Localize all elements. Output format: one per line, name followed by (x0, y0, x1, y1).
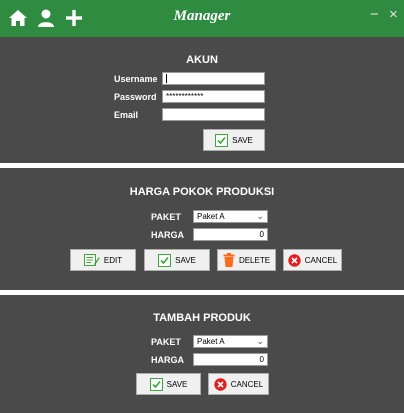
save-label: SAVE (175, 255, 196, 265)
tambah-save-button[interactable]: SAVE (136, 373, 201, 395)
password-input[interactable]: ************ (162, 90, 265, 103)
password-label: Password (114, 92, 157, 102)
email-label: Email (114, 110, 139, 120)
cancel-icon (288, 253, 301, 267)
window-title: Manager (173, 8, 231, 24)
username-input[interactable] (162, 72, 265, 85)
edit-button[interactable]: EDIT (70, 249, 136, 271)
akun-save-button[interactable]: SAVE (203, 129, 265, 151)
username-label: Username (114, 74, 158, 84)
akun-heading: AKUN (186, 54, 218, 66)
text-caret (166, 74, 167, 84)
delete-button[interactable]: DELETE (217, 249, 276, 271)
check-icon (158, 253, 172, 267)
chevron-down-icon: ⌄ (256, 336, 264, 346)
hpp-save-button[interactable]: SAVE (144, 249, 210, 271)
hpp-paket-value: Paket A (197, 212, 225, 221)
cancel-label: CANCEL (304, 255, 338, 265)
check-icon (149, 377, 163, 391)
hpp-heading: HARGA POKOK PRODUKSI (129, 186, 275, 198)
hpp-cancel-button[interactable]: CANCEL (283, 249, 342, 271)
cancel-icon (214, 377, 227, 391)
tambah-cancel-button[interactable]: CANCEL (208, 373, 269, 395)
tambah-harga-input[interactable]: 0 (193, 353, 268, 366)
tambah-paket-label: PAKET (151, 337, 181, 347)
hpp-harga-input[interactable]: 0 (193, 228, 268, 241)
edit-icon (83, 254, 100, 266)
edit-label: EDIT (103, 255, 123, 265)
title-bar: Manager − × (0, 0, 404, 37)
tambah-panel: TAMBAH PRODUK PAKET Paket A ⌄ HARGA 0 SA… (0, 295, 404, 413)
hpp-paket-label: PAKET (151, 212, 181, 222)
tambah-paket-value: Paket A (197, 337, 225, 346)
tambah-paket-select[interactable]: Paket A ⌄ (193, 335, 268, 348)
save-label: SAVE (166, 379, 188, 389)
check-icon (215, 133, 229, 147)
minimize-button[interactable]: − (370, 6, 379, 23)
hpp-paket-select[interactable]: Paket A ⌄ (193, 210, 268, 223)
tambah-heading: TAMBAH PRODUK (153, 312, 251, 324)
chevron-down-icon: ⌄ (256, 211, 264, 221)
hpp-harga-label: HARGA (151, 230, 184, 240)
close-button[interactable]: × (389, 6, 398, 23)
hpp-panel: HARGA POKOK PRODUKSI PAKET Paket A ⌄ HAR… (0, 168, 404, 290)
tambah-harga-label: HARGA (151, 355, 184, 365)
cancel-label: CANCEL (230, 379, 264, 389)
save-label: SAVE (232, 135, 253, 145)
email-input[interactable] (162, 108, 265, 121)
akun-panel: AKUN Username Password ************ Emai… (0, 37, 404, 163)
delete-label: DELETE (238, 255, 271, 265)
trash-icon (223, 253, 235, 267)
